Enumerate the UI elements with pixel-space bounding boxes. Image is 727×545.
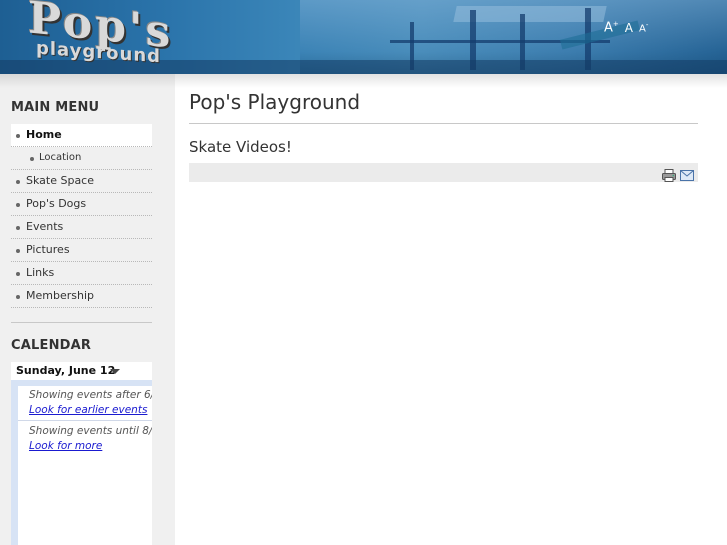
menu-item-label: Membership (26, 289, 94, 302)
calendar-note-after: Showing events after 6/1… (29, 389, 152, 401)
menu-item-links[interactable]: Links (11, 262, 152, 285)
menu-item-label: Skate Space (26, 174, 94, 187)
chevron-down-icon[interactable] (110, 369, 120, 374)
site-header: Pop's playground A+ A A- (0, 0, 727, 74)
menu-item-label: Events (26, 220, 64, 233)
header-photo-roof (453, 6, 607, 22)
main-menu: Home Location Skate Space Pop's Dogs Eve… (11, 124, 152, 308)
menu-item-label: Home (26, 128, 62, 141)
menu-item-label: Location (39, 152, 82, 163)
email-icon[interactable] (680, 170, 694, 181)
decrease-font-label: A (639, 23, 646, 34)
calendar-events-panel: Showing events after 6/1… Look for earli… (11, 380, 152, 545)
menu-item-pops-dogs[interactable]: Pop's Dogs (11, 193, 152, 216)
menu-item-location[interactable]: Location (11, 147, 152, 170)
font-size-controls: A+ A A- (604, 16, 648, 34)
bullet-icon (16, 180, 20, 184)
page-title: Pop's Playground (189, 90, 361, 114)
site-logo[interactable]: Pop's playground (26, 0, 186, 70)
calendar-divider (18, 420, 152, 421)
title-divider (189, 123, 698, 124)
bullet-icon (16, 134, 20, 138)
decrease-font-icon[interactable]: A- (639, 20, 649, 34)
increase-font-label: A (604, 20, 613, 35)
calendar-date-selector[interactable]: Sunday, June 12 (11, 362, 152, 380)
calendar-events-list: Showing events after 6/1… Look for earli… (18, 386, 152, 545)
increase-font-icon[interactable]: A+ (604, 19, 619, 35)
earlier-events-link[interactable]: Look for earlier events (29, 404, 147, 416)
reset-font-icon[interactable]: A (625, 22, 633, 34)
reset-font-label: A (624, 21, 633, 35)
sidebar-top-band (0, 74, 175, 88)
header-shadow-band (175, 74, 727, 88)
increase-font-sup: + (612, 19, 619, 28)
menu-item-skate-space[interactable]: Skate Space (11, 170, 152, 193)
decrease-font-sup: - (645, 20, 649, 29)
calendar-note-until: Showing events until 8/1… (29, 425, 152, 437)
bullet-icon (16, 295, 20, 299)
article-toolbar (189, 163, 698, 182)
bullet-icon (16, 226, 20, 230)
bullet-icon (16, 203, 20, 207)
calendar-selected-date: Sunday, June 12 (16, 364, 116, 377)
print-icon[interactable] (662, 169, 676, 182)
more-events-link[interactable]: Look for more (29, 440, 102, 452)
main-menu-title: MAIN MENU (11, 100, 100, 115)
bullet-icon (16, 249, 20, 253)
bullet-icon (16, 272, 20, 276)
menu-item-membership[interactable]: Membership (11, 285, 152, 308)
menu-item-label: Pictures (26, 243, 70, 256)
sidebar-divider (11, 322, 152, 323)
calendar-title: CALENDAR (11, 338, 92, 353)
menu-item-events[interactable]: Events (11, 216, 152, 239)
menu-item-label: Links (26, 266, 55, 279)
menu-item-pictures[interactable]: Pictures (11, 239, 152, 262)
bullet-icon (30, 157, 34, 161)
menu-item-home[interactable]: Home (11, 124, 152, 147)
menu-item-label: Pop's Dogs (26, 197, 87, 210)
article-title: Skate Videos! (189, 138, 292, 156)
